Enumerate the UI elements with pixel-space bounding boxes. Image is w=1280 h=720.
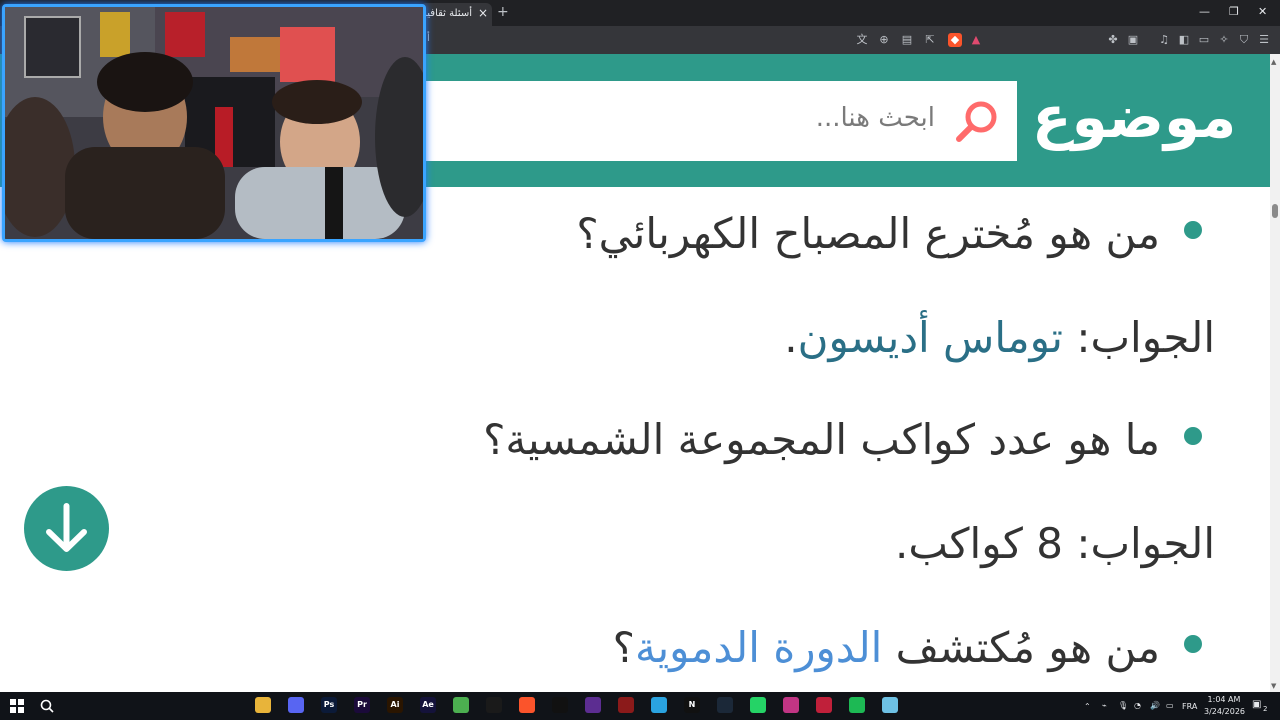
game-app-icon[interactable] — [618, 697, 634, 713]
scroll-down-icon[interactable]: ▼ — [1271, 682, 1276, 690]
wallet-2-icon[interactable]: ▭ — [1197, 33, 1211, 47]
search-box[interactable]: ابحث هنا... — [420, 81, 1017, 161]
netflix-icon[interactable]: N — [684, 697, 700, 713]
close-tab-icon[interactable]: × — [478, 6, 488, 20]
answer-link[interactable]: توماس أديسون — [798, 313, 1063, 362]
restore-icon[interactable]: ❐ — [1229, 5, 1239, 18]
photoshop-icon[interactable]: Ps — [321, 697, 337, 713]
spotify-icon[interactable] — [849, 697, 865, 713]
scroll-thumb[interactable] — [1272, 204, 1278, 218]
tray-wifi-icon[interactable]: ◔ — [1134, 701, 1141, 710]
answer-1: الجواب: توماس أديسون. — [784, 313, 1215, 362]
visual-studio-icon[interactable] — [585, 697, 601, 713]
brave-rewards-icon[interactable]: ▲ — [969, 33, 983, 47]
steam-icon[interactable] — [717, 697, 733, 713]
brave-shields-icon[interactable]: ◆ — [948, 33, 962, 47]
close-window-icon[interactable]: ✕ — [1258, 5, 1267, 18]
question-3: من هو مُكتشف الدورة الدموية؟ — [613, 623, 1160, 672]
notification-count: 2 — [1263, 705, 1268, 713]
bullet-icon — [1184, 427, 1202, 445]
clock-date[interactable]: 3/24/2026 — [1204, 707, 1245, 716]
question-3-end: ؟ — [612, 623, 635, 672]
illustrator-icon[interactable]: Ai — [387, 697, 403, 713]
tray-network-icon[interactable]: ⌁ — [1102, 701, 1107, 710]
capcut-icon[interactable] — [486, 697, 502, 713]
translate-icon[interactable]: 文 — [855, 33, 869, 47]
tray-volume-icon[interactable]: 🔊 — [1150, 701, 1160, 710]
bullet-icon — [1184, 221, 1202, 239]
instagram-icon[interactable] — [783, 697, 799, 713]
share-icon[interactable]: ⇱ — [923, 33, 937, 47]
answer-2: الجواب: 8 كواكب. — [894, 519, 1215, 568]
tray-battery-icon[interactable]: ▭ — [1166, 701, 1174, 710]
telegram-icon[interactable] — [651, 697, 667, 713]
question-3-link[interactable]: الدورة الدموية — [635, 623, 882, 672]
tray-mic-icon[interactable]: 🎙 — [1118, 701, 1128, 710]
question-3-text: من هو مُكتشف — [895, 623, 1160, 672]
premiere-icon[interactable]: Pr — [354, 697, 370, 713]
opera-gx-icon[interactable] — [816, 697, 832, 713]
zoom-icon[interactable]: ⊕ — [877, 33, 891, 47]
taskbar-search-icon[interactable] — [40, 699, 54, 713]
windows-start-icon[interactable] — [10, 699, 24, 713]
menu-icon[interactable]: ☰ — [1257, 33, 1271, 47]
question-1: من هو مُخترع المصباح الكهربائي؟ — [576, 209, 1160, 258]
discord-icon[interactable] — [288, 697, 304, 713]
sidebar-icon[interactable]: ◧ — [1177, 33, 1191, 47]
tiktok-icon[interactable] — [552, 697, 568, 713]
answer-label: الجواب: — [1076, 313, 1215, 362]
search-input[interactable]: ابحث هنا... — [816, 103, 935, 133]
webcam-overlay — [2, 4, 426, 242]
ai-icon[interactable]: ✧ — [1217, 33, 1231, 47]
answer-end: . — [784, 313, 798, 362]
green-app-icon[interactable] — [453, 697, 469, 713]
address-bar[interactable]: أ — [427, 33, 430, 44]
question-2: ما هو عدد كواكب المجموعة الشمسية؟ — [483, 415, 1160, 464]
extensions-icon[interactable]: ✤ — [1106, 33, 1120, 47]
minimize-icon[interactable]: — — [1199, 5, 1210, 18]
file-explorer-icon[interactable] — [255, 697, 271, 713]
os-taskbar: Ps Pr Ai Ae N ⌃ ⌁ 🎙 ◔ 🔊 ▭ FRA 1:04 AM 3/24/2… — [0, 692, 1280, 720]
after-effects-icon[interactable]: Ae — [420, 697, 436, 713]
notification-icon[interactable]: ▣ — [1252, 699, 1261, 710]
new-tab-button[interactable]: + — [497, 4, 509, 20]
page-scrollbar[interactable]: ▲ ▼ — [1270, 54, 1280, 692]
wallet-icon[interactable]: ▣ — [1126, 33, 1140, 47]
arrow-down-icon — [46, 503, 87, 552]
vpn-icon[interactable]: ⛉ — [1237, 33, 1251, 47]
reader-icon[interactable]: ▤ — [900, 33, 914, 47]
search-icon[interactable] — [953, 97, 1001, 145]
brave-icon[interactable] — [519, 697, 535, 713]
clock-time[interactable]: 1:04 AM — [1204, 695, 1244, 704]
webcam-video — [5, 7, 423, 239]
language-indicator[interactable]: FRA — [1182, 702, 1197, 711]
tab-title: أسئلة ثقافية — [421, 8, 472, 19]
scroll-down-button[interactable] — [24, 486, 109, 571]
media-icon[interactable]: ♫ — [1157, 33, 1171, 47]
notepad-icon[interactable] — [882, 697, 898, 713]
whatsapp-icon[interactable] — [750, 697, 766, 713]
bullet-icon — [1184, 635, 1202, 653]
site-logo[interactable]: موضوع — [1032, 82, 1236, 152]
browser-tab[interactable]: أسئلة ثقافية × — [420, 3, 492, 26]
scroll-up-icon[interactable]: ▲ — [1271, 58, 1276, 66]
tray-chevron-icon[interactable]: ⌃ — [1084, 702, 1091, 711]
